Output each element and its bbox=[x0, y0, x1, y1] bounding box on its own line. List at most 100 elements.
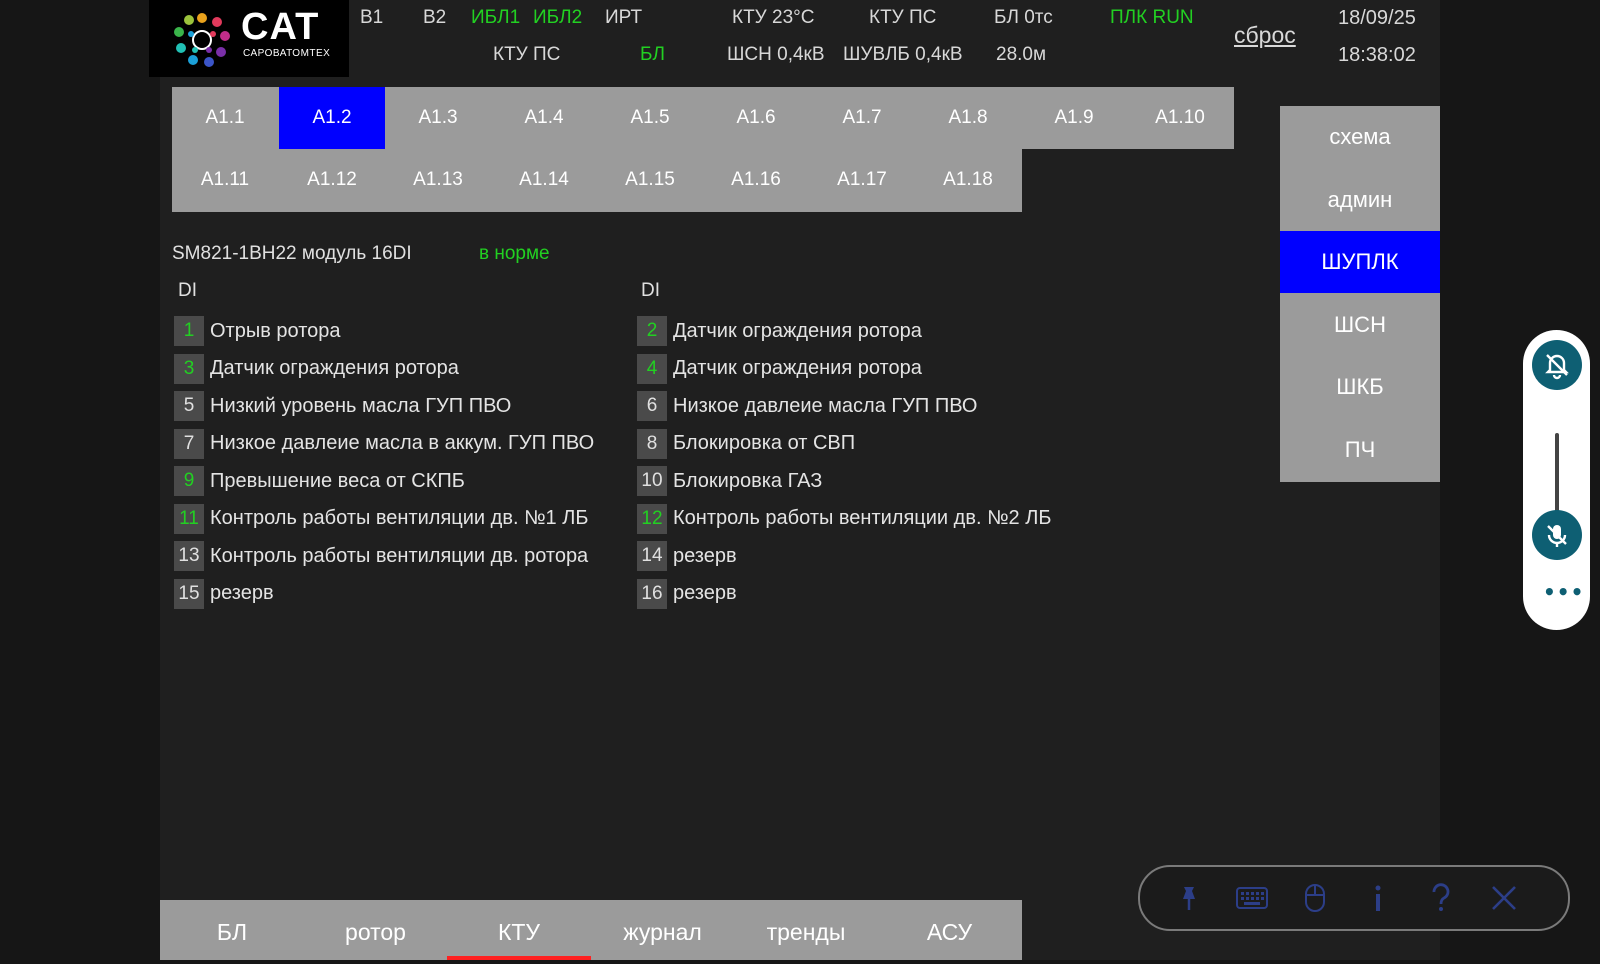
pin-icon[interactable] bbox=[1170, 879, 1208, 917]
mic-off-icon[interactable] bbox=[1532, 510, 1582, 560]
tab-a1-9[interactable]: A1.9 bbox=[1021, 87, 1127, 149]
di-column-header-right: DI bbox=[641, 280, 660, 301]
di-label: Контроль работы вентиляции дв. №1 ЛБ bbox=[210, 507, 589, 529]
bell-off-icon[interactable] bbox=[1532, 340, 1582, 390]
volume-slider-track[interactable] bbox=[1555, 433, 1559, 513]
di-label: Отрыв ротора bbox=[210, 319, 341, 342]
di-number: 7 bbox=[174, 428, 204, 459]
module-title: SM821-1BH22 модуль 16DI bbox=[172, 243, 412, 264]
side-menu-item[interactable]: ШУПЛК bbox=[1280, 231, 1440, 293]
di-row: 2 Датчик ограждения ротора bbox=[637, 316, 922, 346]
tab-a1-15[interactable]: A1.15 bbox=[597, 149, 703, 211]
di-row: 13 Контроль работы вентиляции дв. ротора bbox=[174, 541, 588, 571]
di-label: резерв bbox=[673, 544, 737, 567]
tab-a1-10[interactable]: A1.10 bbox=[1127, 87, 1233, 149]
bottom-nav-item[interactable]: журнал bbox=[591, 900, 735, 960]
di-number: 6 bbox=[637, 391, 667, 421]
tab-a1-5[interactable]: A1.5 bbox=[597, 87, 703, 149]
di-row: 3 Датчик ограждения ротора bbox=[174, 353, 459, 384]
di-label: Блокировка от СВП bbox=[673, 432, 856, 454]
bottom-nav-item[interactable]: КТУ bbox=[447, 900, 591, 960]
tab-a1-13[interactable]: A1.13 bbox=[385, 149, 491, 211]
tab-a1-12[interactable]: A1.12 bbox=[279, 149, 385, 211]
di-number: 13 bbox=[174, 541, 204, 571]
side-menu-item[interactable]: админ bbox=[1280, 169, 1440, 231]
status-shsn: ШСН 0,4кВ bbox=[727, 44, 825, 65]
status-b1: В1 bbox=[360, 7, 384, 28]
time-display: 18:38:02 bbox=[1338, 44, 1416, 66]
tab-a1-8[interactable]: A1.8 bbox=[915, 87, 1021, 149]
di-row: 12 Контроль работы вентиляции дв. №2 ЛБ bbox=[637, 503, 1052, 534]
di-label: Контроль работы вентиляции дв. ротора bbox=[210, 544, 589, 567]
side-menu-item[interactable]: ПЧ bbox=[1280, 419, 1440, 481]
tab-a1-2[interactable]: A1.2 bbox=[279, 87, 385, 149]
tab-a1-3[interactable]: A1.3 bbox=[385, 87, 491, 149]
di-number: 2 bbox=[637, 316, 667, 346]
status-shuvlb: ШУВЛБ 0,4кВ bbox=[843, 44, 963, 65]
side-menu-item[interactable]: ШСН bbox=[1280, 294, 1440, 356]
bottom-nav-item[interactable]: тренды bbox=[734, 900, 878, 960]
bottom-nav-item[interactable]: БЛ bbox=[160, 900, 304, 960]
di-number: 3 bbox=[174, 353, 204, 384]
side-menu: схема админ ШУПЛК ШСН ШКБ ПЧ bbox=[1280, 106, 1440, 482]
di-label: Контроль работы вентиляции дв. №2 ЛБ bbox=[673, 507, 1052, 529]
floating-toolbar bbox=[1138, 865, 1570, 931]
tab-a1-4[interactable]: A1.4 bbox=[491, 87, 597, 149]
status-bl-ots: БЛ 0тс bbox=[994, 7, 1053, 28]
logo-title: CAT bbox=[241, 6, 320, 48]
di-row: 14 резерв bbox=[637, 541, 737, 571]
close-icon[interactable] bbox=[1485, 879, 1523, 917]
tab-a1-6[interactable]: A1.6 bbox=[703, 87, 809, 149]
di-number: 11 bbox=[174, 503, 204, 534]
logo-subtitle: САРОВАТОМТЕХ bbox=[243, 48, 331, 59]
help-icon[interactable] bbox=[1422, 879, 1460, 917]
di-row: 5 Низкий уровень масла ГУП ПВО bbox=[174, 391, 511, 421]
status-ibl1: ИБЛ1 bbox=[471, 7, 521, 28]
tab-a1-14[interactable]: A1.14 bbox=[491, 149, 597, 211]
di-label: Датчик ограждения ротора bbox=[673, 357, 922, 379]
tab-a1-17[interactable]: A1.17 bbox=[809, 149, 915, 211]
bottom-nav-item[interactable]: АСУ bbox=[878, 900, 1022, 960]
side-menu-item[interactable]: ШКБ bbox=[1280, 356, 1440, 418]
di-number: 4 bbox=[637, 353, 667, 384]
di-number: 10 bbox=[637, 466, 667, 496]
di-label: резерв bbox=[210, 582, 274, 604]
info-icon[interactable] bbox=[1359, 879, 1397, 917]
di-label: Датчик ограждения ротора bbox=[673, 319, 922, 342]
bottom-nav-item[interactable]: ротор bbox=[304, 900, 448, 960]
status-irt: ИРТ bbox=[605, 7, 643, 28]
di-label: Датчик ограждения ротора bbox=[210, 357, 459, 379]
di-row: 6 Низкое давлеие масла ГУП ПВО bbox=[637, 391, 977, 421]
tab-a1-1[interactable]: A1.1 bbox=[172, 87, 278, 149]
di-row: 8 Блокировка от СВП bbox=[637, 428, 856, 459]
tab-a1-7[interactable]: A1.7 bbox=[809, 87, 915, 149]
bottom-nav: БЛ ротор КТУ журнал тренды АСУ bbox=[160, 900, 1022, 960]
di-number: 9 bbox=[174, 466, 204, 496]
keyboard-icon[interactable] bbox=[1233, 879, 1271, 917]
di-number: 15 bbox=[174, 578, 204, 609]
logo: CAT САРОВАТОМТЕХ bbox=[149, 0, 349, 77]
status-depth: 28.0м bbox=[996, 44, 1047, 65]
side-menu-item[interactable]: схема bbox=[1280, 106, 1440, 168]
tab-a1-11[interactable]: A1.11 bbox=[172, 149, 278, 211]
module-status: в норме bbox=[479, 243, 550, 264]
tab-a1-18[interactable]: A1.18 bbox=[915, 149, 1021, 211]
floating-audio-widget: ••• bbox=[1523, 330, 1590, 630]
di-number: 5 bbox=[174, 391, 204, 421]
di-label: Низкое давлеие масла ГУП ПВО bbox=[673, 394, 978, 417]
di-label: Превышение веса от СКПБ bbox=[210, 469, 465, 492]
mouse-icon[interactable] bbox=[1296, 879, 1334, 917]
di-number: 14 bbox=[637, 541, 667, 571]
di-number: 8 bbox=[637, 428, 667, 459]
di-row: 10 Блокировка ГАЗ bbox=[637, 466, 822, 496]
reset-button[interactable]: сброс bbox=[1234, 22, 1296, 49]
di-row: 11 Контроль работы вентиляции дв. №1 ЛБ bbox=[174, 503, 589, 534]
di-label: Низкий уровень масла ГУП ПВО bbox=[210, 394, 512, 417]
more-icon[interactable]: ••• bbox=[1543, 580, 1584, 604]
di-number: 12 bbox=[637, 503, 667, 534]
status-ktu-ps: КТУ ПС bbox=[869, 7, 937, 28]
status-plc-run: ПЛК RUN bbox=[1110, 7, 1194, 28]
status-ktu-temp: КТУ 23°С bbox=[732, 7, 815, 28]
di-label: резерв bbox=[673, 582, 737, 604]
tab-a1-16[interactable]: A1.16 bbox=[703, 149, 809, 211]
